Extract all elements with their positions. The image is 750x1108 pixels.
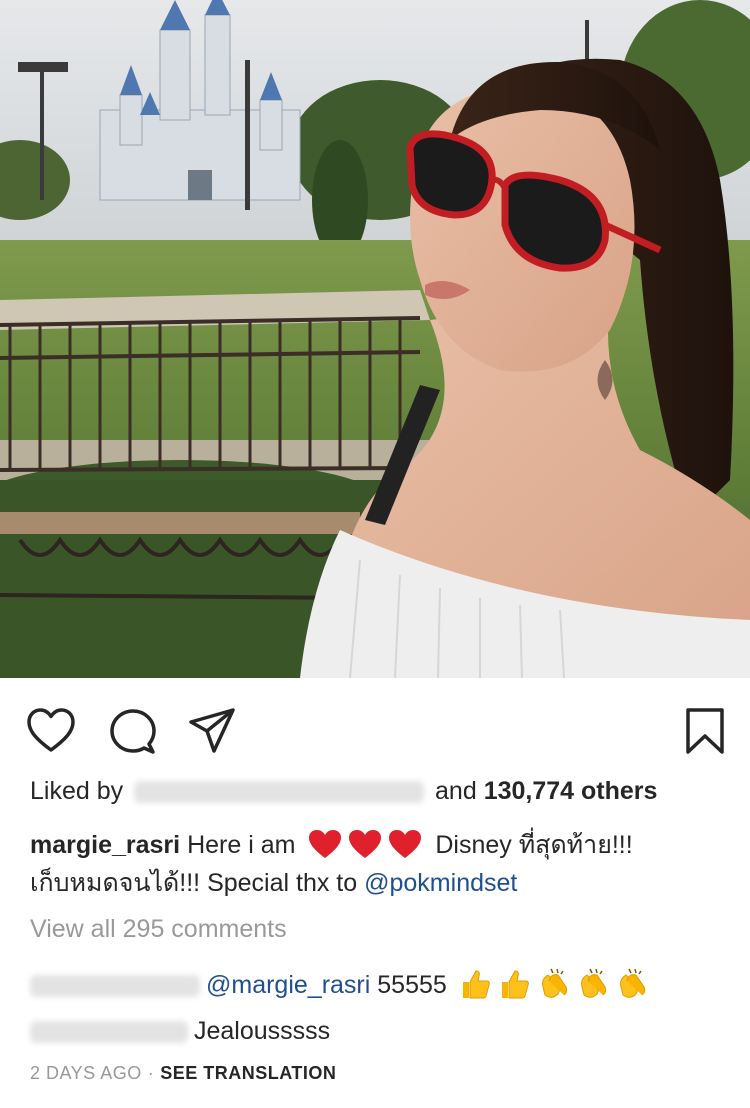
caption-line-2: เก็บหมดจนได้!!! Special thx to @pokminds…: [30, 867, 517, 899]
send-icon[interactable]: [187, 706, 237, 756]
likes-line: Liked by and 130,774 others: [30, 775, 657, 807]
comment-row: @margie_rasri 55555: [30, 967, 649, 1001]
red-heart-emoji-icon: [348, 829, 382, 859]
comment-row: Jealousssss: [30, 1015, 330, 1047]
likes-count[interactable]: 130,774 others: [484, 777, 658, 805]
meta-separator: ·: [147, 1063, 155, 1083]
heart-icon[interactable]: [26, 706, 76, 756]
comment-mention-link[interactable]: @margie_rasri: [206, 971, 370, 999]
blurred-commenter[interactable]: [30, 1021, 188, 1044]
post-meta: 2 DAYS AGO · SEE TRANSLATION: [30, 1063, 336, 1084]
red-heart-emoji-icon: [308, 829, 342, 859]
blurred-username[interactable]: [134, 781, 425, 804]
post-photo-art: [0, 0, 750, 678]
clapping-hands-emoji-icon: [537, 967, 571, 1001]
liked-by-label: Liked by: [30, 777, 124, 805]
liked-by-and: and: [435, 777, 477, 805]
bookmark-icon[interactable]: [680, 706, 730, 756]
post-photo[interactable]: [0, 0, 750, 678]
thumbs-up-emoji-icon: [459, 967, 493, 1001]
caption-mention-link[interactable]: @pokmindset: [364, 869, 517, 897]
caption-line-1: margie_rasri Here i am Disney ที่สุดท้าย…: [30, 829, 633, 861]
red-heart-emoji-icon: [388, 829, 422, 859]
comment-icon[interactable]: [108, 706, 158, 756]
comment-text: 55555: [377, 971, 447, 999]
caption-username[interactable]: margie_rasri: [30, 831, 180, 859]
blurred-commenter[interactable]: [30, 975, 200, 998]
thumbs-up-emoji-icon: [498, 967, 532, 1001]
post-time: 2 DAYS AGO: [30, 1063, 142, 1083]
caption-line2-text: เก็บหมดจนได้!!! Special thx to: [30, 869, 358, 897]
see-translation-link[interactable]: SEE TRANSLATION: [160, 1063, 336, 1083]
caption-text-1: Here i am: [187, 831, 296, 859]
post-actions: [0, 700, 750, 760]
clapping-hands-emoji-icon: [615, 967, 649, 1001]
view-all-comments-link[interactable]: View all 295 comments: [30, 913, 287, 945]
clapping-hands-emoji-icon: [576, 967, 610, 1001]
comment-text: Jealousssss: [194, 1017, 331, 1045]
caption-text-2: Disney ที่สุดท้าย!!!: [435, 831, 633, 859]
